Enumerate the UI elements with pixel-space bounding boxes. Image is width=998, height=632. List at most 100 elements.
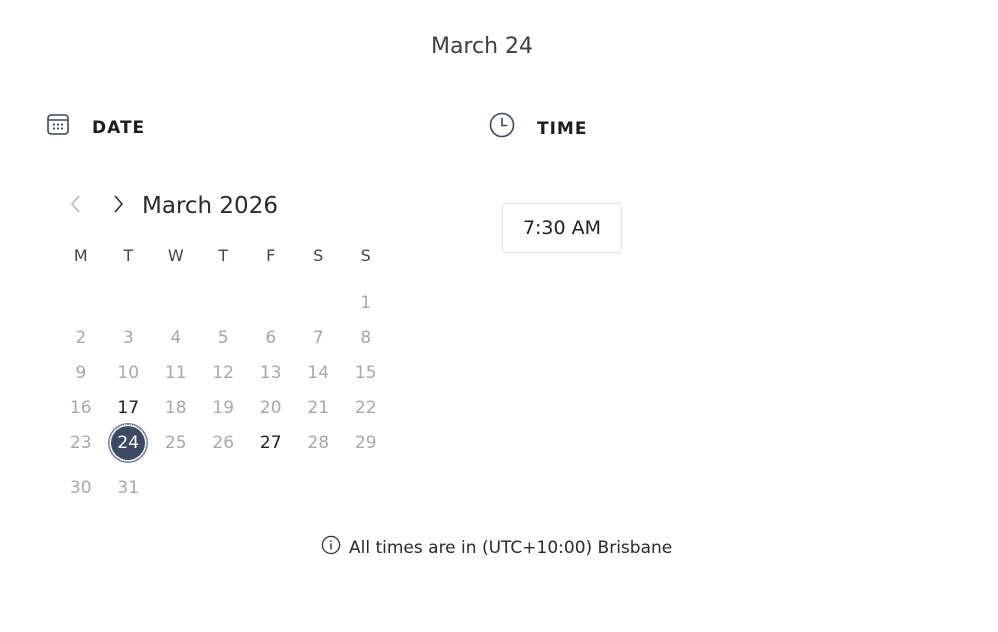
calendar-day-number: 27 bbox=[259, 432, 282, 453]
calendar-day: 29 bbox=[342, 425, 390, 460]
calendar-day-number: 29 bbox=[354, 432, 377, 453]
timezone-note-text: All times are in (UTC+10:00) Brisbane bbox=[349, 537, 673, 558]
calendar-day: 2 bbox=[57, 320, 105, 355]
calendar-day-empty bbox=[295, 285, 343, 320]
calendar-day-number: 17 bbox=[117, 397, 140, 418]
calendar-day-number: 13 bbox=[259, 362, 282, 383]
calendar-week-row: 2 3 4 5 6 7 8 bbox=[57, 320, 390, 355]
calendar-day-number: 2 bbox=[75, 327, 87, 348]
calendar-day-empty bbox=[105, 285, 153, 320]
info-icon bbox=[321, 535, 341, 560]
calendar-day-number: 4 bbox=[170, 327, 182, 348]
booking-page: March 24 DATE TIME March 2026 M T W T F … bbox=[0, 0, 998, 632]
calendar-day-number: 28 bbox=[307, 432, 330, 453]
calendar-day: 18 bbox=[152, 390, 200, 425]
calendar-day: 13 bbox=[247, 355, 295, 390]
calendar-day: 11 bbox=[152, 355, 200, 390]
calendar-day: 20 bbox=[247, 390, 295, 425]
date-section-header: DATE bbox=[46, 112, 145, 140]
clock-icon bbox=[489, 112, 515, 142]
calendar-day-number: 23 bbox=[69, 432, 92, 453]
weekday-label: F bbox=[266, 246, 276, 265]
calendar-day: 30 bbox=[57, 470, 105, 505]
calendar-day-number: 19 bbox=[212, 397, 235, 418]
weekday-label: S bbox=[313, 246, 324, 265]
calendar-day-number: 6 bbox=[265, 327, 277, 348]
calendar-week-row: 1 bbox=[57, 285, 390, 320]
calendar-day-number: 3 bbox=[122, 327, 134, 348]
previous-month-button[interactable] bbox=[64, 190, 88, 222]
calendar-day-number: 31 bbox=[117, 477, 140, 498]
calendar-day-number: 7 bbox=[312, 327, 324, 348]
selected-date-heading: March 24 bbox=[430, 34, 534, 59]
calendar-day[interactable]: 27 bbox=[247, 425, 295, 460]
weekday-header-row: M T W T F S S bbox=[57, 246, 390, 265]
calendar-day: 14 bbox=[295, 355, 343, 390]
calendar-day-number: 25 bbox=[164, 432, 187, 453]
calendar-day: 4 bbox=[152, 320, 200, 355]
calendar-day-number: 1 bbox=[360, 292, 372, 313]
calendar-day: 9 bbox=[57, 355, 105, 390]
calendar-day-grid: 1 2 3 4 5 6 7 8 9 10 11 12 13 14 15 16 17 18 19 20 21 22 23 24 2… bbox=[57, 285, 390, 505]
calendar-day-empty bbox=[152, 285, 200, 320]
calendar-day: 16 bbox=[57, 390, 105, 425]
calendar-day-empty bbox=[295, 470, 343, 505]
weekday-label: W bbox=[167, 246, 184, 265]
weekday-label: M bbox=[73, 246, 88, 265]
calendar-day-number: 10 bbox=[117, 362, 140, 383]
calendar-day: 22 bbox=[342, 390, 390, 425]
calendar-day-empty bbox=[152, 470, 200, 505]
next-month-button[interactable] bbox=[106, 190, 130, 222]
calendar-day-number: 16 bbox=[69, 397, 92, 418]
chevron-right-icon bbox=[112, 194, 124, 218]
calendar-day: 15 bbox=[342, 355, 390, 390]
calendar-day-selected[interactable]: 24 bbox=[105, 425, 153, 460]
weekday-label: T bbox=[123, 246, 134, 265]
timezone-note: All times are in (UTC+10:00) Brisbane bbox=[321, 535, 672, 560]
calendar-day: 1 bbox=[342, 285, 390, 320]
calendar-week-row: 23 24 25 26 27 28 29 bbox=[57, 425, 390, 460]
weekday-label: S bbox=[360, 246, 371, 265]
calendar-week-row: 9 10 11 12 13 14 15 bbox=[57, 355, 390, 390]
calendar-day-number: 22 bbox=[354, 397, 377, 418]
calendar-day: 7 bbox=[295, 320, 343, 355]
calendar-day: 6 bbox=[247, 320, 295, 355]
calendar-week-row: 30 31 bbox=[57, 470, 390, 505]
weekday-label: T bbox=[218, 246, 229, 265]
calendar-day: 21 bbox=[295, 390, 343, 425]
calendar-day: 23 bbox=[57, 425, 105, 460]
calendar-navigation: March 2026 bbox=[64, 190, 278, 222]
calendar-day-number: 30 bbox=[69, 477, 92, 498]
calendar-day-number: 21 bbox=[307, 397, 330, 418]
calendar-day: 28 bbox=[295, 425, 343, 460]
month-title: March 2026 bbox=[142, 193, 278, 219]
calendar-day: 5 bbox=[200, 320, 248, 355]
calendar-day-empty bbox=[342, 470, 390, 505]
calendar-day: 19 bbox=[200, 390, 248, 425]
calendar-day-number: 24 bbox=[117, 432, 140, 453]
calendar-day: 12 bbox=[200, 355, 248, 390]
calendar-day-number: 15 bbox=[354, 362, 377, 383]
calendar-day-number: 26 bbox=[212, 432, 235, 453]
calendar-day: 3 bbox=[105, 320, 153, 355]
calendar-day: 26 bbox=[200, 425, 248, 460]
time-section-label: TIME bbox=[537, 119, 588, 139]
calendar-day: 25 bbox=[152, 425, 200, 460]
calendar-day-number: 20 bbox=[259, 397, 282, 418]
calendar-day-empty bbox=[200, 285, 248, 320]
calendar-day-empty bbox=[247, 470, 295, 505]
chevron-left-icon bbox=[70, 194, 82, 218]
calendar-day-number: 8 bbox=[360, 327, 372, 348]
calendar-day-number: 9 bbox=[75, 362, 87, 383]
time-slot-button[interactable]: 7:30 AM bbox=[502, 203, 622, 253]
calendar-day: 8 bbox=[342, 320, 390, 355]
calendar-day-number: 12 bbox=[212, 362, 235, 383]
date-section-label: DATE bbox=[92, 118, 146, 138]
calendar-icon bbox=[46, 112, 70, 140]
calendar-day-empty bbox=[200, 470, 248, 505]
calendar-day-empty bbox=[57, 285, 105, 320]
calendar-day[interactable]: 17 bbox=[105, 390, 153, 425]
calendar-day-number: 14 bbox=[307, 362, 330, 383]
time-section-header: TIME bbox=[489, 112, 587, 142]
calendar-day-number: 18 bbox=[164, 397, 187, 418]
